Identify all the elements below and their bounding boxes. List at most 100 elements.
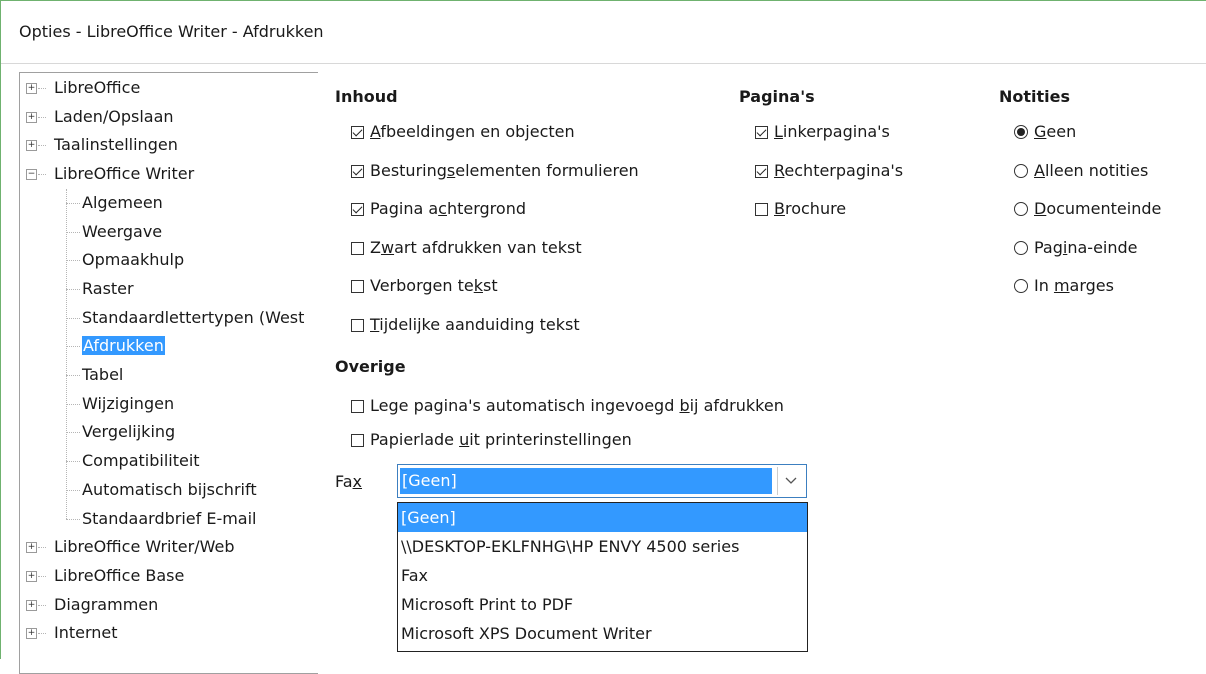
tree-connector [66,432,80,434]
checkbox-icon[interactable] [755,126,768,139]
tree-item-label: Compatibiliteit [82,451,200,471]
checkbox-icon[interactable] [755,164,768,178]
checkbox-icon[interactable] [351,434,364,447]
tree-expander-icon[interactable]: + [26,542,37,554]
radio-icon[interactable] [1014,163,1028,178]
option-label: rochure [784,199,847,218]
tree-item[interactable]: Taalinstellingen [54,131,178,159]
radio-icon[interactable] [1014,202,1028,216]
tree-item[interactable]: Tabel [82,361,123,389]
inhoud-option[interactable]: Afbeeldingen en objecten [351,120,575,144]
overige-option[interactable]: Papierlade uit printerinstellingen [351,428,632,452]
notities-option[interactable]: In marges [1014,274,1114,298]
tree-expander-icon[interactable]: − [26,169,37,181]
tree-item[interactable]: Compatibiliteit [82,447,200,475]
tree-item[interactable]: LibreOffice [54,74,140,102]
tree-item[interactable]: Weergave [82,218,162,246]
notities-option[interactable]: Documenteinde [1014,197,1161,221]
tree-item[interactable]: Algemeen [82,189,163,217]
inhoud-option[interactable]: Verborgen tekst [351,274,498,298]
inhoud-option[interactable]: Pagina achtergrond [351,197,526,221]
overige-heading: Overige [335,357,406,376]
option-mnemonic: B [774,199,785,218]
fax-select[interactable]: [Geen] [397,464,807,498]
checkbox-icon[interactable] [755,203,768,216]
notities-option[interactable]: Alleen notities [1014,159,1148,183]
inhoud-option[interactable]: Zwart afdrukken van tekst [351,236,582,260]
option-label: it printerinstellingen [469,430,632,449]
option-mnemonic: A [1034,160,1045,180]
option-label: lleen notities [1044,160,1149,180]
tree-item[interactable]: Diagrammen [54,591,158,619]
inhoud-option[interactable]: Tijdelijke aanduiding tekst [351,313,580,337]
overige-option[interactable]: Lege pagina's automatisch ingevoegd bij … [351,394,784,418]
tree-expander-icon[interactable]: + [26,140,37,152]
tree-item-label: Standaardlettertypen (West [82,307,305,327]
fax-option[interactable]: [Geen] [398,503,807,532]
checkbox-icon[interactable] [351,318,364,332]
tree-connector [38,575,46,577]
title-divider [1,63,1206,64]
tree-connector [38,116,46,118]
radio-icon[interactable] [1014,240,1028,255]
options-tree[interactable]: + LibreOffice + Laden/Opslaan + Taalinstellin… [19,72,318,674]
tree-item[interactable]: Internet [54,619,118,647]
tree-item[interactable]: Standaardlettertypen (West [82,304,304,332]
tree-item[interactable]: LibreOffice Base [54,562,184,590]
tree-connector [66,202,80,204]
option-label: fbeeldingen en objecten [380,122,575,141]
tree-item[interactable]: Wijzigingen [82,390,174,418]
tree-expander-icon[interactable]: + [26,628,37,640]
option-label: na-einde [1067,237,1138,257]
tree-expander-icon[interactable]: + [26,83,37,94]
checkbox-icon[interactable] [351,280,364,293]
fax-option[interactable]: Microsoft XPS Document Writer [398,619,807,648]
tree-expander-icon[interactable]: + [26,570,37,582]
notities-option[interactable]: Geen [1014,120,1076,144]
tree-item[interactable]: LibreOffice Writer [54,160,194,188]
tree-expander-icon[interactable]: + [26,599,37,611]
paginas-option[interactable]: Brochure [755,197,846,221]
checkbox-icon[interactable] [351,241,364,255]
tree-connector [66,288,80,290]
option-mnemonic: b [679,396,690,415]
fax-option[interactable]: \\DESKTOP-EKLFNHG\HP ENVY 4500 series [398,532,807,561]
tree-item[interactable]: Standaardbrief E-mail [82,505,257,533]
option-label: Pagina a [370,199,439,218]
tree-connector [38,145,46,147]
paginas-option[interactable]: Rechterpagina's [755,159,903,183]
tree-item[interactable]: Raster [82,275,134,303]
fax-dropdown-button[interactable] [777,467,804,495]
checkbox-icon[interactable] [351,164,364,178]
tree-item-label: Weergave [82,221,163,241]
radio-icon[interactable] [1014,279,1028,293]
tree-expander-icon[interactable]: + [26,111,37,123]
tree-item-label: Standaardbrief E-mail [82,508,257,528]
tree-connector [66,260,80,262]
tree-connector [66,375,80,376]
tree-item-label: Algemeen [82,192,163,212]
option-label: echterpagina's [784,160,904,180]
option-mnemonic: R [774,160,785,180]
checkbox-icon[interactable] [351,126,364,139]
tree-connector [66,489,80,491]
tree-item[interactable]: Laden/Opslaan [54,103,174,131]
tree-item[interactable]: Opmaakhulp [82,246,184,274]
tree-item[interactable]: Afdrukken [82,332,165,360]
tree-item[interactable]: Automatisch bijschrift [82,476,257,504]
tree-item[interactable]: Vergelijking [82,418,175,446]
inhoud-option[interactable]: Besturingselementen formulieren [351,159,639,183]
option-label: inkerpagina's [782,122,890,141]
radio-icon[interactable] [1014,125,1028,139]
tree-connector [38,604,46,606]
fax-option[interactable]: Fax [398,561,807,590]
tree-connector [66,346,80,348]
tree-item[interactable]: LibreOffice Writer/Web [54,533,234,561]
option-label: Z [370,237,381,257]
paginas-option[interactable]: Linkerpagina's [755,120,890,144]
checkbox-icon[interactable] [351,203,364,216]
inhoud-heading: Inhoud [335,87,398,106]
notities-option[interactable]: Pagina-einde [1014,236,1138,260]
checkbox-icon[interactable] [351,400,364,413]
fax-option[interactable]: Microsoft Print to PDF [398,590,807,619]
